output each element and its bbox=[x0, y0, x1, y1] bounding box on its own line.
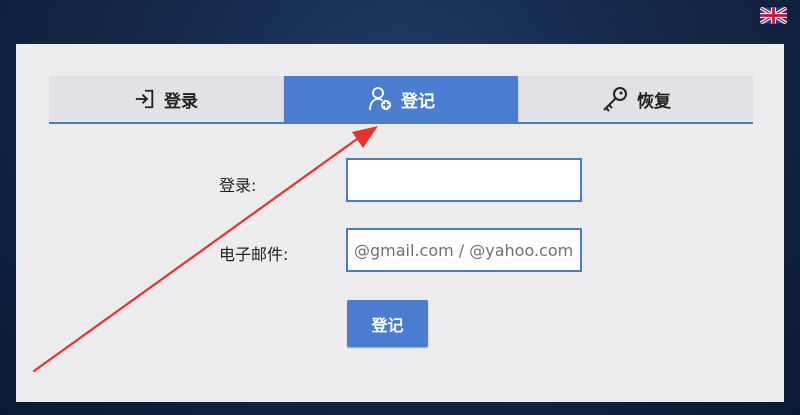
email-field[interactable] bbox=[346, 228, 582, 272]
login-label: 登录: bbox=[219, 176, 257, 195]
add-user-icon bbox=[367, 86, 393, 112]
uk-flag-icon[interactable] bbox=[760, 7, 787, 24]
tab-login-label: 登录 bbox=[164, 91, 198, 112]
tab-recover[interactable]: 恢复 bbox=[518, 76, 753, 122]
email-label: 电子邮件: bbox=[219, 245, 289, 264]
login-icon bbox=[134, 88, 156, 110]
key-icon bbox=[601, 86, 629, 112]
tab-recover-label: 恢复 bbox=[637, 91, 671, 112]
tab-register-label: 登记 bbox=[401, 91, 435, 112]
tab-register[interactable]: 登记 bbox=[283, 76, 518, 122]
auth-panel: 登录 登记 恢复 登录: 电子邮件: @gmail.com / @yahoo.c… bbox=[16, 44, 784, 402]
auth-tabs: 登录 登记 恢复 bbox=[49, 76, 753, 124]
login-field[interactable] bbox=[346, 158, 582, 202]
tab-login[interactable]: 登录 bbox=[49, 76, 283, 122]
register-button[interactable]: 登记 bbox=[347, 300, 428, 347]
